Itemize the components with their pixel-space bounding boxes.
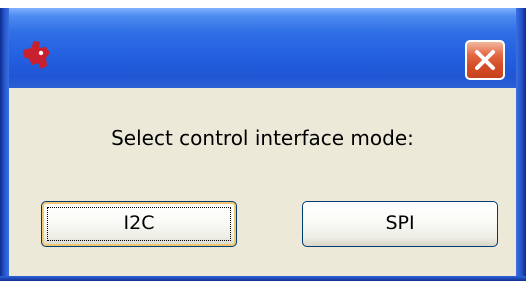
dialog-content: Select control interface mode: I2C SPI xyxy=(9,88,516,280)
spi-button[interactable]: SPI xyxy=(302,201,498,247)
i2c-button[interactable]: I2C xyxy=(41,201,237,247)
close-button[interactable] xyxy=(465,40,505,80)
window-border-right xyxy=(516,8,526,280)
window-border-left xyxy=(0,8,9,280)
title-bar[interactable] xyxy=(0,8,526,88)
close-icon xyxy=(475,50,495,70)
texas-instruments-logo-icon xyxy=(23,41,50,69)
prompt-text: Select control interface mode: xyxy=(111,126,414,150)
focus-rectangle xyxy=(47,207,231,241)
spi-button-label: SPI xyxy=(385,212,415,234)
dialog-window: Select control interface mode: I2C SPI xyxy=(0,0,526,292)
window-border-bottom xyxy=(0,276,526,281)
